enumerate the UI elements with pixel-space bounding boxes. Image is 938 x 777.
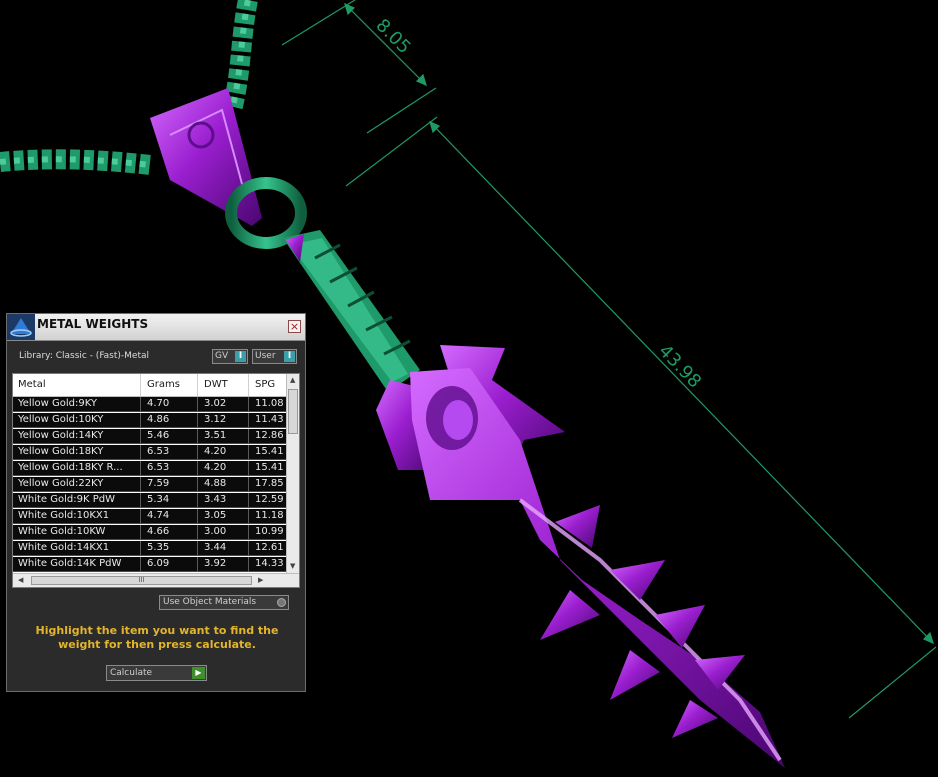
column-header-metal[interactable]: Metal bbox=[18, 379, 46, 390]
table-row[interactable]: White Gold:14KX1 5.35 3.44 12.61 bbox=[13, 541, 286, 556]
panel-title: METAL WEIGHTS bbox=[37, 317, 149, 331]
metal-weights-panel: METAL WEIGHTS × Library: Classic - (Fast… bbox=[6, 313, 306, 692]
spg-cell: 17.85 bbox=[255, 478, 284, 489]
grams-cell: 4.70 bbox=[147, 398, 170, 409]
calculate-label: Calculate bbox=[110, 668, 153, 678]
user-toggle-icon: I bbox=[284, 351, 295, 362]
vertical-scroll-thumb[interactable] bbox=[288, 389, 298, 434]
grams-cell: 7.59 bbox=[147, 478, 170, 489]
dwt-cell: 3.43 bbox=[204, 494, 227, 505]
spg-cell: 15.41 bbox=[255, 462, 284, 473]
metal-cell: White Gold:10KW bbox=[18, 526, 106, 537]
metal-cell: White Gold:9K PdW bbox=[18, 494, 115, 505]
grams-cell: 6.53 bbox=[147, 446, 170, 457]
table-row[interactable]: Yellow Gold:22KY 7.59 4.88 17.85 bbox=[13, 477, 286, 492]
table-row[interactable]: White Gold:10KX1 4.74 3.05 11.18 bbox=[13, 509, 286, 524]
scroll-left-icon[interactable]: ◀ bbox=[18, 576, 23, 584]
table-row[interactable]: White Gold:14K PdW 6.09 3.92 14.33 bbox=[13, 557, 286, 572]
metal-weights-table: Metal Grams DWT SPG Yellow Gold:9KY 4.70 3… bbox=[12, 373, 300, 588]
dwt-cell: 3.02 bbox=[204, 398, 227, 409]
calculate-button[interactable]: Calculate ▶ bbox=[106, 665, 207, 681]
spg-cell: 11.43 bbox=[255, 414, 284, 425]
dwt-cell: 3.92 bbox=[204, 558, 227, 569]
dwt-cell: 4.20 bbox=[204, 446, 227, 457]
spg-cell: 12.86 bbox=[255, 430, 284, 441]
spg-cell: 11.18 bbox=[255, 510, 284, 521]
close-button[interactable]: × bbox=[288, 320, 301, 333]
horizontal-scrollbar[interactable]: ◀ III ▶ bbox=[13, 573, 299, 587]
dwt-cell: 3.44 bbox=[204, 542, 227, 553]
grams-cell: 4.74 bbox=[147, 510, 170, 521]
use-object-materials-label: Use Object Materials bbox=[163, 597, 257, 607]
spg-cell: 12.59 bbox=[255, 494, 284, 505]
table-row[interactable]: White Gold:10KW 4.66 3.00 10.99 bbox=[13, 525, 286, 540]
app-logo-icon bbox=[7, 314, 35, 340]
scroll-right-icon[interactable]: ▶ bbox=[258, 576, 263, 584]
panel-titlebar[interactable]: METAL WEIGHTS × bbox=[7, 314, 305, 341]
metal-cell: Yellow Gold:14KY bbox=[18, 430, 104, 441]
metal-cell: Yellow Gold:22KY bbox=[18, 478, 104, 489]
table-row[interactable]: Yellow Gold:9KY 4.70 3.02 11.08 bbox=[13, 397, 286, 412]
scroll-up-icon[interactable]: ▲ bbox=[290, 376, 295, 384]
play-icon: ▶ bbox=[192, 667, 205, 679]
dwt-cell: 3.12 bbox=[204, 414, 227, 425]
column-header-spg[interactable]: SPG bbox=[255, 379, 275, 390]
metal-cell: Yellow Gold:10KY bbox=[18, 414, 104, 425]
table-row[interactable]: Yellow Gold:14KY 5.46 3.51 12.86 bbox=[13, 429, 286, 444]
bail bbox=[150, 88, 262, 226]
toggle-knob-icon bbox=[277, 598, 286, 607]
user-button-label: User bbox=[255, 351, 276, 361]
pendant-blade bbox=[376, 345, 785, 768]
dwt-cell: 3.05 bbox=[204, 510, 227, 521]
metal-cell: Yellow Gold:9KY bbox=[18, 398, 97, 409]
metal-cell: Yellow Gold:18KY R... bbox=[18, 462, 123, 473]
table-row[interactable]: Yellow Gold:18KY R... 6.53 4.20 15.41 bbox=[13, 461, 286, 476]
spg-cell: 10.99 bbox=[255, 526, 284, 537]
grams-cell: 6.09 bbox=[147, 558, 170, 569]
grams-cell: 4.86 bbox=[147, 414, 170, 425]
column-header-dwt[interactable]: DWT bbox=[204, 379, 228, 390]
dwt-cell: 4.20 bbox=[204, 462, 227, 473]
instructions-text: Highlight the item you want to find the … bbox=[35, 624, 279, 651]
table-row[interactable]: White Gold:9K PdW 5.34 3.43 12.59 bbox=[13, 493, 286, 508]
grams-cell: 6.53 bbox=[147, 462, 170, 473]
grams-cell: 5.34 bbox=[147, 494, 170, 505]
dwt-cell: 3.51 bbox=[204, 430, 227, 441]
spg-cell: 12.61 bbox=[255, 542, 284, 553]
vertical-scrollbar[interactable]: ▲ ▼ bbox=[286, 374, 299, 573]
table-header: Metal Grams DWT SPG bbox=[13, 374, 286, 397]
table-row[interactable]: Yellow Gold:18KY 6.53 4.20 15.41 bbox=[13, 445, 286, 460]
grams-cell: 5.35 bbox=[147, 542, 170, 553]
column-header-grams[interactable]: Grams bbox=[147, 379, 180, 390]
dwt-cell: 4.88 bbox=[204, 478, 227, 489]
user-button[interactable]: User I bbox=[252, 349, 297, 364]
spg-cell: 14.33 bbox=[255, 558, 284, 569]
scroll-down-icon[interactable]: ▼ bbox=[290, 562, 295, 570]
grams-cell: 5.46 bbox=[147, 430, 170, 441]
gv-button[interactable]: GV I bbox=[212, 349, 248, 364]
spg-cell: 15.41 bbox=[255, 446, 284, 457]
metal-cell: White Gold:14KX1 bbox=[18, 542, 110, 553]
horizontal-scroll-thumb[interactable]: III bbox=[31, 576, 252, 585]
table-row[interactable]: Yellow Gold:10KY 4.86 3.12 11.43 bbox=[13, 413, 286, 428]
use-object-materials-toggle[interactable]: Use Object Materials bbox=[159, 595, 289, 610]
gv-button-label: GV bbox=[215, 351, 229, 361]
grams-cell: 4.66 bbox=[147, 526, 170, 537]
metal-cell: Yellow Gold:18KY bbox=[18, 446, 104, 457]
dwt-cell: 3.00 bbox=[204, 526, 227, 537]
spg-cell: 11.08 bbox=[255, 398, 284, 409]
library-label: Library: Classic - (Fast)-Metal bbox=[19, 351, 150, 361]
metal-cell: White Gold:10KX1 bbox=[18, 510, 110, 521]
metal-cell: White Gold:14K PdW bbox=[18, 558, 122, 569]
gv-toggle-icon: I bbox=[235, 351, 246, 362]
